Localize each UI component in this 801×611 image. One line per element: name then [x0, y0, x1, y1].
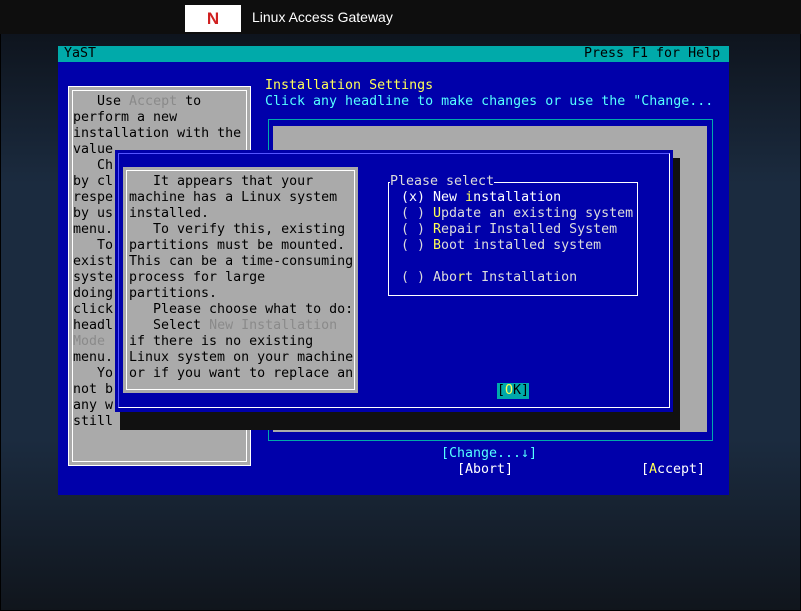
radio-button[interactable]: ( ) — [401, 238, 433, 253]
explain-text-line: or if you want to replace an — [129, 366, 354, 381]
yast-title: YaST — [64, 46, 97, 61]
help-text-line: by us — [73, 206, 114, 221]
explain-text-line: machine has a Linux system — [129, 190, 338, 205]
explain-text-line: To verify this, existing — [129, 222, 346, 237]
radio-button[interactable]: (x) — [401, 190, 433, 205]
explain-text-line: partitions. — [129, 286, 218, 301]
help-text-line: Use Accept to — [73, 94, 202, 109]
explain-text-line: if there is no existing — [129, 334, 314, 349]
top-bar: N Linux Access Gateway — [0, 0, 801, 34]
explain-text-line: process for large — [129, 270, 266, 285]
help-text-line: doing — [73, 286, 114, 301]
ok-button[interactable]: [OK] — [497, 383, 530, 399]
help-text-line: Mode — [73, 334, 106, 349]
help-text-line: exist — [73, 254, 114, 269]
explain-text-line: Please choose what to do: — [129, 302, 354, 317]
radio-option[interactable]: ( ) Abort Installation — [401, 270, 577, 286]
help-text-line: Ch — [73, 158, 114, 173]
explain-text-line: It appears that your — [129, 174, 314, 189]
gateway-title: Linux Access Gateway — [252, 9, 393, 25]
help-text-line: menu. — [73, 222, 114, 237]
radio-option[interactable]: ( ) Repair Installed System — [401, 222, 617, 238]
explain-text-line: partitions must be mounted. — [129, 238, 346, 253]
help-text-line: value — [73, 142, 114, 157]
help-text-line: not b — [73, 382, 114, 397]
radio-option[interactable]: ( ) Update an existing system — [401, 206, 633, 222]
radio-option[interactable]: (x) New installation — [401, 190, 561, 206]
help-text-line: click — [73, 302, 114, 317]
explain-text-line: installed. — [129, 206, 210, 221]
help-text-line: still — [73, 414, 114, 429]
help-text-line: perform a new — [73, 110, 178, 125]
accept-button[interactable]: [Accept] — [641, 462, 705, 478]
installation-settings-heading: Installation Settings — [265, 78, 434, 93]
help-text-line: by cl — [73, 174, 114, 189]
explain-text-line: This can be a time-consuming — [129, 254, 354, 269]
radio-button[interactable]: ( ) — [401, 270, 433, 285]
explain-text-line: Linux system on your machine — [129, 350, 354, 365]
help-text-line: installation with the — [73, 126, 242, 141]
radio-button[interactable]: ( ) — [401, 222, 433, 237]
help-text-line: Yo — [73, 366, 114, 381]
please-select-label: Please select — [390, 174, 495, 190]
explain-text-line: Select New Installation — [129, 318, 338, 333]
help-text-line: any w — [73, 398, 114, 413]
abort-button[interactable]: [Abort] — [457, 462, 513, 478]
help-text-line: syste — [73, 270, 114, 285]
help-text-line: headl — [73, 318, 114, 333]
installation-settings-subheading: Click any headline to make changes or us… — [265, 94, 714, 109]
change-button[interactable]: [Change...↓] — [441, 446, 537, 462]
radio-button[interactable]: ( ) — [401, 206, 433, 221]
yast-title-bar: YaST Press F1 for Help — [58, 46, 729, 62]
help-hint: Press F1 for Help — [584, 46, 721, 61]
radio-option[interactable]: ( ) Boot installed system — [401, 238, 601, 254]
help-text-line: respe — [73, 190, 114, 205]
novell-logo-icon: N — [185, 5, 241, 32]
help-text-line: To — [73, 238, 114, 253]
help-text-line: menu. — [73, 350, 114, 365]
